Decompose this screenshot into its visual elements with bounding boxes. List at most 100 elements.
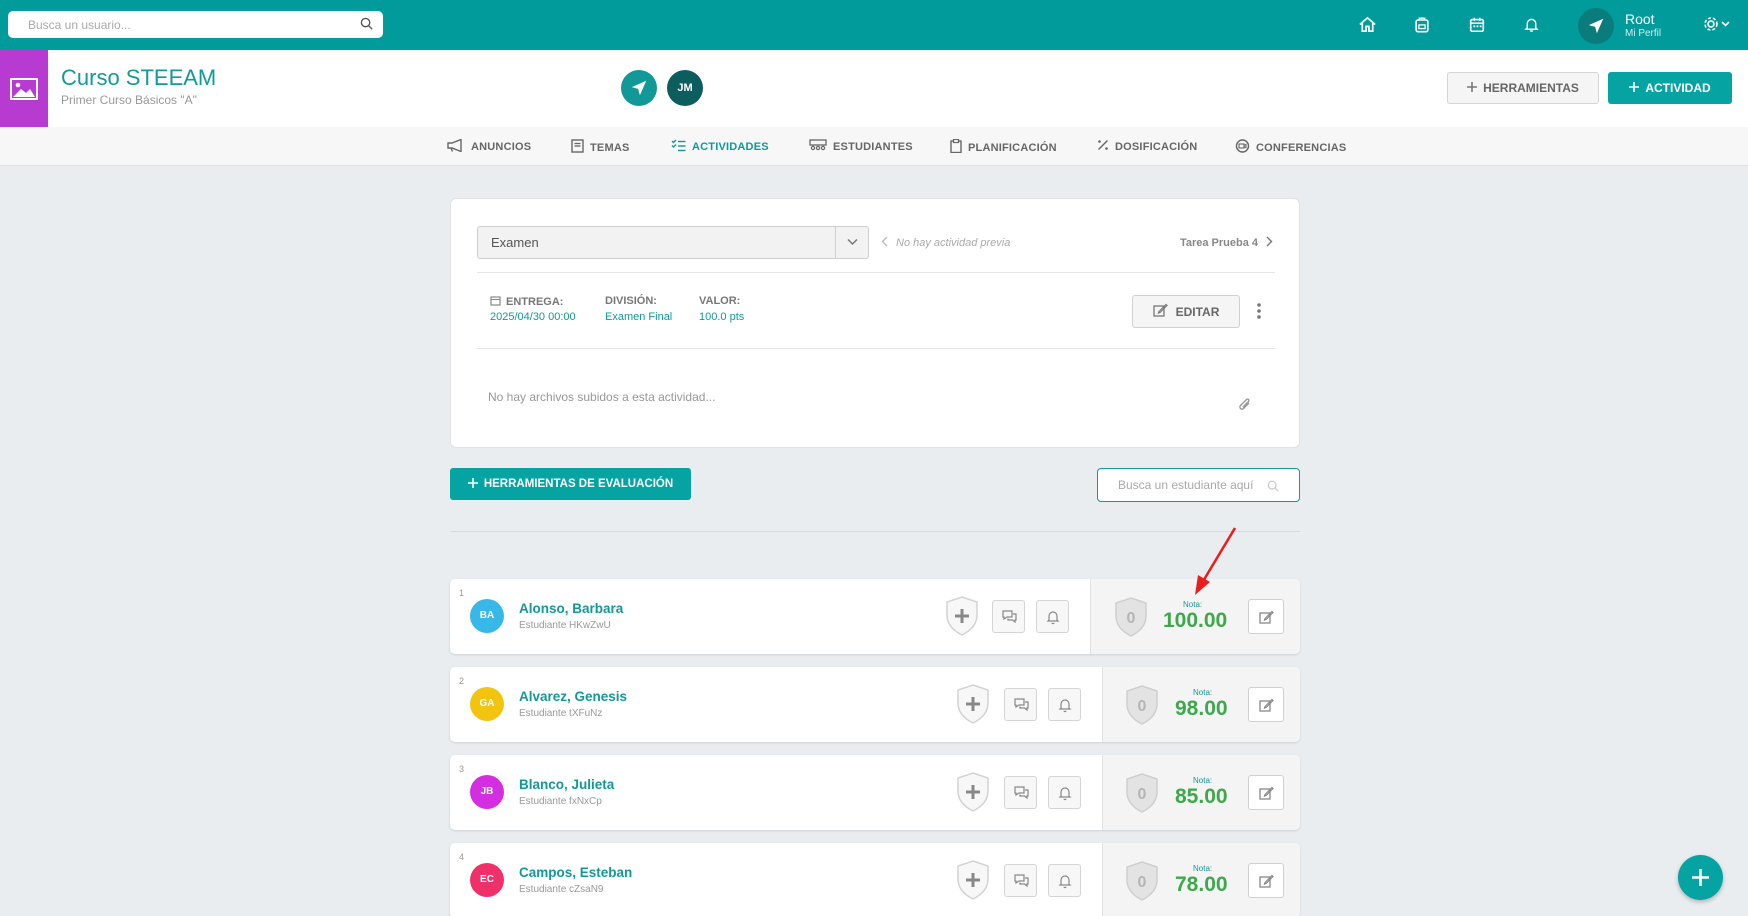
calendar-icon[interactable]: [1468, 15, 1488, 35]
grade-value[interactable]: 85.00: [1175, 785, 1228, 809]
profile-avatar[interactable]: [1578, 8, 1614, 44]
profile-link[interactable]: Mi Perfil: [1625, 28, 1661, 39]
division-label: DIVISIÓN:: [605, 295, 657, 307]
chat-icon: [1014, 786, 1029, 800]
edit-grade-button[interactable]: [1248, 775, 1284, 810]
shield-plus-icon[interactable]: [956, 860, 990, 905]
bell-icon[interactable]: [1523, 15, 1543, 35]
edit-grade-button[interactable]: [1248, 599, 1284, 634]
edit-icon: [1152, 303, 1168, 320]
no-files-message: No hay archivos subidos a esta actividad…: [488, 390, 716, 404]
student-id: Estudiante cZsaN9: [519, 884, 604, 895]
comments-button[interactable]: [1004, 864, 1037, 897]
tab-anuncios[interactable]: ANUNCIOS: [447, 138, 531, 155]
student-search-box[interactable]: [1097, 468, 1300, 502]
edit-grade-button[interactable]: [1248, 687, 1284, 722]
tab-temas[interactable]: TEMAS: [571, 139, 630, 156]
comments-button[interactable]: [1004, 688, 1037, 721]
notify-button[interactable]: [1048, 864, 1081, 897]
grade-value[interactable]: 78.00: [1175, 873, 1228, 897]
megaphone-icon: [447, 138, 465, 155]
student-avatar: BA: [470, 599, 504, 633]
add-activity-button[interactable]: ACTIVIDAD: [1608, 72, 1732, 104]
grade-area: 0 Nota: 78.00: [1102, 843, 1300, 916]
student-name[interactable]: Alvarez, Genesis: [519, 689, 627, 704]
chevron-down-icon[interactable]: [835, 227, 868, 258]
divider: [450, 531, 1300, 532]
edit-icon: [1259, 786, 1274, 800]
next-activity-link[interactable]: Tarea Prueba 4: [1180, 236, 1273, 250]
activity-type-value: Examen: [491, 235, 539, 250]
member-avatar[interactable]: JM: [667, 70, 703, 106]
tab-planificacion[interactable]: PLANIFICACIÓN: [950, 138, 1057, 156]
student-avatar: GA: [470, 687, 504, 721]
edit-icon: [1259, 698, 1274, 712]
send-circle-button[interactable]: [621, 70, 657, 106]
notify-button[interactable]: [1048, 776, 1081, 809]
tab-dosificacion[interactable]: DOSIFICACIÓN: [1097, 139, 1197, 154]
badge-shield-icon: 0: [1125, 773, 1159, 818]
shield-plus-icon[interactable]: [956, 772, 990, 817]
edit-activity-button[interactable]: EDITAR: [1132, 295, 1240, 328]
notify-button[interactable]: [1048, 688, 1081, 721]
student-name[interactable]: Campos, Esteban: [519, 865, 632, 880]
edit-icon: [1259, 610, 1274, 624]
tab-estudiantes[interactable]: ESTUDIANTES: [809, 139, 913, 155]
grade-value[interactable]: 100.00: [1163, 609, 1227, 633]
settings-gear-icon[interactable]: [1703, 15, 1731, 38]
student-avatar: EC: [470, 863, 504, 897]
shield-plus-icon[interactable]: [945, 596, 979, 641]
svg-text:0: 0: [1138, 698, 1147, 715]
course-subtitle: Primer Curso Básicos "A": [61, 93, 197, 107]
divider: [477, 272, 1275, 273]
student-name[interactable]: Blanco, Julieta: [519, 777, 614, 792]
entrega-value: 2025/04/30 00:00: [490, 311, 576, 323]
svg-text:0: 0: [1138, 786, 1147, 803]
tab-actividades[interactable]: ACTIVIDADES: [671, 139, 769, 155]
svg-text:0: 0: [1127, 610, 1136, 627]
plus-icon: [1629, 81, 1640, 95]
badge-shield-icon: 0: [1125, 861, 1159, 906]
tab-conferencias[interactable]: CONFERENCIAS: [1235, 139, 1346, 156]
paperclip-icon[interactable]: [1238, 397, 1252, 418]
division-value: Examen Final: [605, 311, 673, 323]
notify-button[interactable]: [1036, 600, 1069, 633]
plus-icon: [1467, 81, 1478, 95]
tools-button[interactable]: HERRAMIENTAS: [1447, 72, 1599, 104]
edit-grade-button[interactable]: [1248, 863, 1284, 898]
backpack-icon[interactable]: [1413, 15, 1433, 35]
comments-button[interactable]: [1004, 776, 1037, 809]
home-icon[interactable]: [1358, 15, 1378, 35]
bell-icon: [1058, 699, 1072, 713]
nota-label: Nota:: [1193, 864, 1213, 873]
search-icon[interactable]: [360, 17, 373, 35]
edit-icon: [1259, 874, 1274, 888]
row-number: 1: [459, 588, 465, 598]
more-options-icon[interactable]: [1256, 302, 1262, 325]
activity-type-select[interactable]: Examen: [477, 226, 869, 259]
bell-icon: [1058, 787, 1072, 801]
add-activity-label: ACTIVIDAD: [1645, 81, 1711, 95]
video-icon: [1235, 139, 1250, 156]
shield-plus-icon[interactable]: [956, 684, 990, 729]
top-navbar: Root Mi Perfil: [0, 0, 1748, 50]
user-search-input[interactable]: [8, 11, 348, 38]
badge-shield-icon: 0: [1125, 685, 1159, 730]
entrega-label: ENTREGA:: [490, 295, 563, 309]
grade-value[interactable]: 98.00: [1175, 697, 1228, 721]
student-name[interactable]: Alonso, Barbara: [519, 601, 623, 616]
course-header: Curso STEEAM Primer Curso Básicos "A" JM…: [0, 50, 1748, 127]
plus-icon: [467, 477, 478, 491]
course-image[interactable]: [0, 50, 48, 127]
search-icon[interactable]: [1267, 479, 1279, 497]
previous-activity-link: No hay actividad previa: [881, 236, 1010, 250]
comments-button[interactable]: [992, 600, 1025, 633]
course-title: Curso STEEAM: [61, 65, 217, 90]
floating-add-button[interactable]: [1678, 855, 1723, 900]
evaluation-tools-button[interactable]: HERRAMIENTAS DE EVALUACIÓN: [450, 468, 691, 500]
user-search-box[interactable]: [8, 11, 383, 38]
nota-label: Nota:: [1193, 688, 1213, 697]
profile-name[interactable]: Root: [1625, 11, 1655, 27]
student-search-input[interactable]: [1118, 469, 1278, 501]
chevron-right-icon: [1266, 236, 1273, 250]
